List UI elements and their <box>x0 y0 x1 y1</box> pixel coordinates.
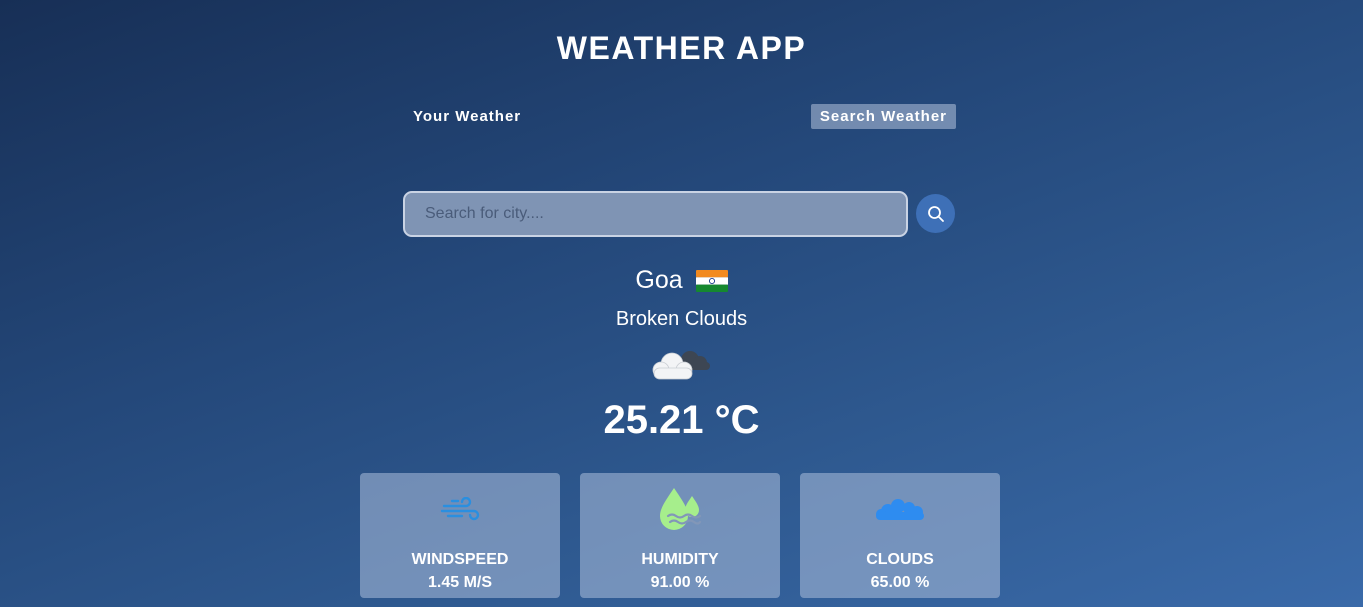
humidity-value: 91.00 % <box>650 574 710 591</box>
search-icon <box>927 205 944 222</box>
search-button[interactable] <box>916 194 955 233</box>
app-title: WEATHER APP <box>556 30 807 66</box>
humidity-label: HUMIDITY <box>641 551 719 568</box>
flag-india-icon <box>695 270 728 292</box>
wind-icon <box>440 497 480 521</box>
windspeed-value: 1.45 M/S <box>427 574 493 591</box>
humidity-icon <box>660 488 702 530</box>
temperature: 25.21 °C <box>603 398 760 442</box>
tab-bar: Your Weather Search Weather <box>404 102 956 130</box>
city-name-row: Goa <box>0 266 1363 295</box>
clouds-label: CLOUDS <box>866 551 934 568</box>
cloud-icon <box>876 499 924 520</box>
humidity-card: HUMIDITY 91.00 % <box>580 473 780 598</box>
search-input[interactable] <box>405 193 906 235</box>
windspeed-label: WINDSPEED <box>411 551 509 568</box>
weather-stats: WINDSPEED 1.45 M/S HUMIDITY 91.00 % CLOU… <box>360 473 1000 598</box>
windspeed-card: WINDSPEED 1.45 M/S <box>360 473 560 598</box>
clouds-value: 65.00 % <box>870 574 930 591</box>
search-container <box>403 191 908 237</box>
clouds-card: CLOUDS 65.00 % <box>800 473 1000 598</box>
tab-your-weather[interactable]: Your Weather <box>404 104 530 129</box>
broken-clouds-icon <box>652 351 710 380</box>
city-name: Goa <box>635 266 683 294</box>
tab-search-weather[interactable]: Search Weather <box>810 103 956 129</box>
weather-description: Broken Clouds <box>615 308 748 330</box>
